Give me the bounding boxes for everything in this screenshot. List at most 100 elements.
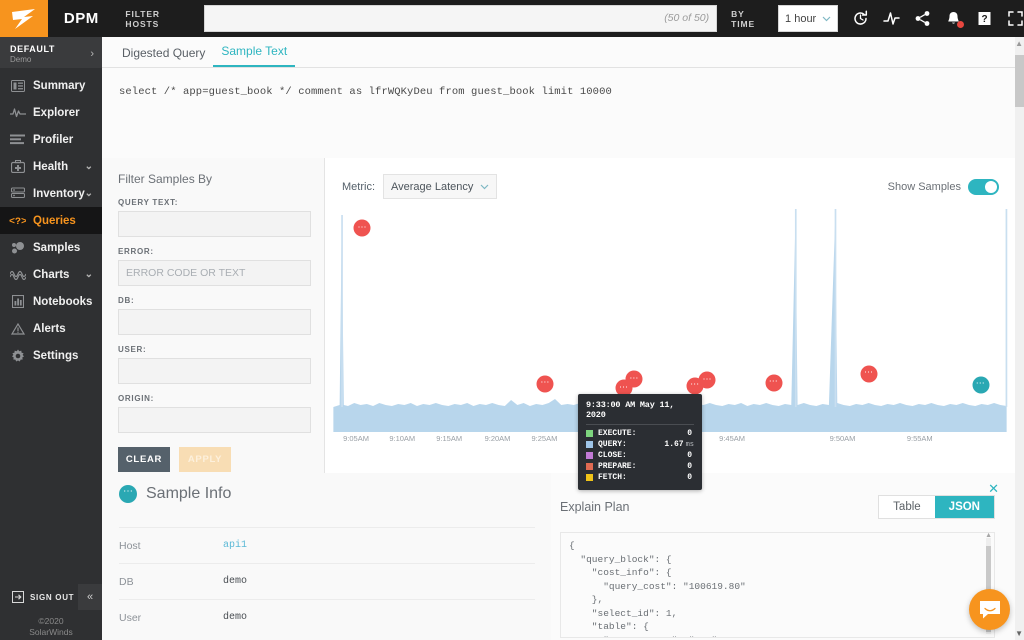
metric-select[interactable]: Average Latency (383, 174, 497, 199)
tab-sample-text[interactable]: Sample Text (213, 44, 295, 67)
tooltip-metric-value: 0 (687, 462, 692, 471)
tooltip-row: CLOSE: 0 (586, 450, 694, 461)
scroll-up-icon[interactable]: ▲ (1015, 39, 1023, 48)
row-key: DB (119, 576, 223, 588)
sidebar-item-profiler[interactable]: Profiler (0, 126, 102, 153)
solarwinds-logo[interactable] (0, 0, 48, 37)
sample-info-title: Sample Info (146, 485, 231, 503)
db-filter-input[interactable] (118, 309, 311, 335)
legend-swatch-prepare (586, 463, 593, 470)
sample-marker-selected[interactable]: ⋯ (972, 376, 989, 393)
error-filter-input[interactable] (118, 260, 311, 286)
sidebar-item-notebooks[interactable]: Notebooks (0, 288, 102, 315)
tab-bar: Digested Query Sample Text (102, 37, 1015, 68)
user-filter-input[interactable] (118, 358, 311, 384)
sample-marker[interactable]: ⋯ (699, 372, 716, 389)
apply-button[interactable]: APPLY (179, 447, 231, 472)
sidebar-item-inventory[interactable]: Inventory ⌄ (0, 180, 102, 207)
sample-marker[interactable]: ⋯ (860, 365, 877, 382)
scroll-down-icon[interactable]: ▼ (1015, 629, 1023, 638)
filter-hosts-input[interactable] (204, 5, 717, 32)
sidebar-item-label: Profiler (33, 134, 73, 146)
time-range-select[interactable]: 1 hour (778, 5, 838, 32)
sidebar-item-label: Samples (33, 242, 80, 254)
sidebar: DEFAULT Demo › Summary Explorer (0, 37, 102, 640)
table-row: DB demo (119, 563, 535, 599)
settings-icon (9, 348, 26, 364)
page-scroll-thumb[interactable] (1015, 55, 1024, 107)
sample-marker[interactable]: ⋯ (537, 375, 554, 392)
share-icon[interactable] (914, 10, 931, 27)
db-filter-label: DB: (118, 296, 309, 305)
query-text-filter-input[interactable] (118, 211, 311, 237)
sidebar-item-explorer[interactable]: Explorer (0, 99, 102, 126)
show-samples-toggle-group[interactable]: Show Samples (888, 179, 999, 195)
sidebar-item-queries[interactable]: <?> Queries (0, 207, 102, 234)
intercom-chat-icon (979, 600, 1001, 620)
page-scrollbar[interactable]: ▲ ▼ (1015, 37, 1024, 640)
origin-filter-input[interactable] (118, 407, 311, 433)
workspace-name: DEFAULT (10, 44, 55, 54)
sample-marker[interactable]: ⋯ (354, 220, 371, 237)
copyright-year: ©2020 (0, 616, 102, 627)
charts-icon (9, 267, 26, 283)
sidebar-nav: Summary Explorer Profiler Health ⌄ (0, 68, 102, 369)
sign-out-label: SIGN OUT (30, 593, 74, 602)
legend-swatch-fetch (586, 474, 593, 481)
product-name: DPM (64, 10, 120, 27)
sidebar-item-alerts[interactable]: Alerts (0, 315, 102, 342)
chart-tooltip: 9:33:00 AM May 11, 2020 EXECUTE: 0 QUERY… (578, 394, 702, 490)
explain-view-toggle: Table JSON (878, 495, 995, 519)
filter-hosts-label: FILTER HOSTS (125, 9, 194, 29)
help-icon[interactable]: ? (976, 10, 993, 27)
sample-info-panel: ⋯ Sample Info Host api1 DB demo User dem… (102, 473, 551, 640)
tooltip-metric-unit: ms (686, 441, 694, 449)
fullscreen-icon[interactable] (1007, 10, 1024, 27)
sidebar-item-summary[interactable]: Summary (0, 72, 102, 99)
tooltip-metric-name: EXECUTE: (598, 429, 687, 438)
show-samples-toggle[interactable] (968, 179, 999, 195)
sidebar-item-charts[interactable]: Charts ⌄ (0, 261, 102, 288)
close-icon[interactable]: ✕ (988, 481, 999, 497)
tooltip-metric-value: 1.67 (664, 440, 683, 449)
sidebar-item-settings[interactable]: Settings (0, 342, 102, 369)
pulse-icon[interactable] (883, 10, 900, 27)
row-value-user: demo (223, 612, 247, 623)
table-row: Host api1 (119, 527, 535, 563)
refresh-icon[interactable] (852, 10, 869, 27)
bell-icon[interactable] (945, 10, 962, 27)
x-tick: 9:25AM (531, 434, 557, 443)
sidebar-item-health[interactable]: Health ⌄ (0, 153, 102, 180)
user-filter-label: USER: (118, 345, 309, 354)
explain-view-json[interactable]: JSON (935, 496, 994, 518)
row-value-db: demo (223, 576, 247, 587)
filter-hosts-field[interactable]: (50 of 50) (204, 5, 717, 32)
collapse-sidebar-button[interactable]: « (78, 584, 102, 610)
query-sql-text: select /* app=guest_book */ comment as l… (119, 86, 997, 98)
x-tick: 9:15AM (436, 434, 462, 443)
legend-swatch-execute (586, 430, 593, 437)
chevron-down-icon: ⌄ (85, 161, 93, 172)
explain-view-table[interactable]: Table (879, 496, 935, 518)
sample-marker[interactable]: ⋯ (765, 374, 782, 391)
x-tick: 9:10AM (389, 434, 415, 443)
sidebar-item-samples[interactable]: Samples (0, 234, 102, 261)
row-value-host[interactable]: api1 (223, 540, 247, 551)
legend-swatch-close (586, 452, 593, 459)
sign-out-row[interactable]: SIGN OUT « (0, 584, 102, 610)
tooltip-metric-value: 0 (687, 451, 692, 460)
metric-label: Metric: (342, 181, 375, 193)
explain-plan-json-box[interactable]: { "query_block": { "cost_info": { "query… (560, 532, 995, 638)
sample-marker[interactable]: ⋯ (626, 371, 643, 388)
sidebar-item-label: Alerts (33, 323, 66, 335)
explain-plan-title: Explain Plan (560, 500, 630, 514)
queries-icon: <?> (9, 213, 26, 229)
x-tick: 9:55AM (907, 434, 933, 443)
clear-button[interactable]: CLEAR (118, 447, 170, 472)
intercom-chat-button[interactable] (969, 589, 1010, 630)
app-root: DPM FILTER HOSTS (50 of 50) BY TIME 1 ho… (0, 0, 1024, 640)
workspace-selector[interactable]: DEFAULT Demo › (0, 37, 102, 68)
tab-digested-query[interactable]: Digested Query (114, 46, 213, 67)
row-key: User (119, 612, 223, 624)
tooltip-metric-name: FETCH: (598, 473, 687, 482)
